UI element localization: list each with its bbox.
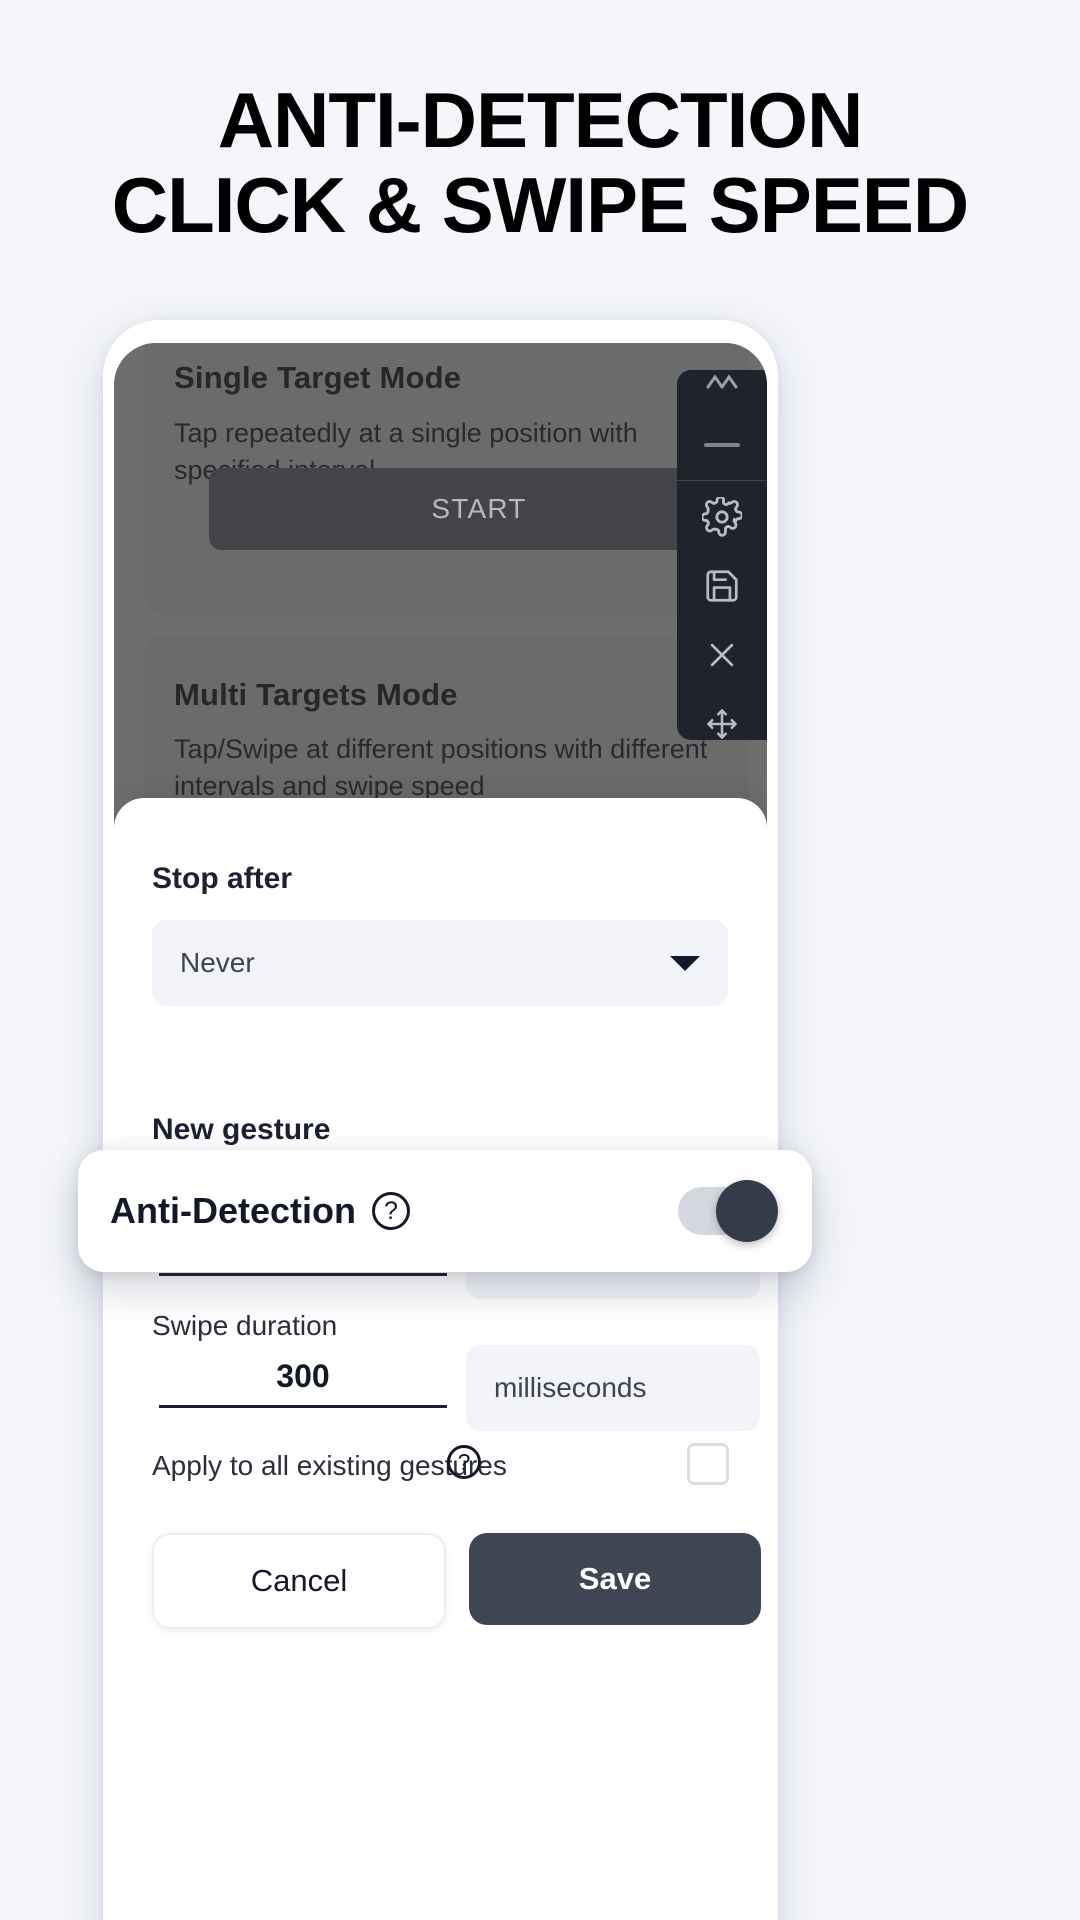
start-button[interactable]: START	[209, 468, 749, 550]
move-icon[interactable]	[677, 689, 767, 740]
swipe-duration-input[interactable]: 300	[159, 1358, 447, 1408]
floating-toolbar[interactable]	[677, 370, 767, 740]
save-button[interactable]: Save	[469, 1533, 761, 1625]
headline-line-2: CLICK & SWIPE SPEED	[111, 161, 969, 250]
swipe-duration-unit-value: milliseconds	[494, 1372, 647, 1403]
toggle-thumb	[716, 1180, 778, 1242]
close-icon[interactable]	[677, 620, 767, 689]
apply-all-help-icon[interactable]: ?	[447, 1445, 481, 1479]
apply-all-checkbox[interactable]	[687, 1443, 729, 1485]
minimize-icon[interactable]	[677, 410, 767, 479]
anti-detection-help-icon[interactable]: ?	[372, 1192, 410, 1230]
anti-detection-label: Anti-Detection	[110, 1190, 356, 1231]
multi-targets-mode-description: Tap/Swipe at different positions with di…	[174, 734, 708, 802]
chevron-down-icon	[670, 955, 700, 971]
single-target-mode-card[interactable]: Single Target Mode Tap repeatedly at a s…	[144, 343, 749, 615]
swipe-duration-unit-select[interactable]: milliseconds	[466, 1345, 760, 1431]
single-target-mode-title: Single Target Mode	[174, 360, 462, 395]
chevrons-up-icon[interactable]	[677, 370, 767, 392]
gesture-settings-sheet: Stop after Never New gesture Interval be…	[114, 798, 767, 1920]
gear-icon[interactable]	[677, 482, 767, 551]
multi-targets-mode-title: Multi Targets Mode	[174, 677, 458, 712]
stop-after-select[interactable]: Never	[152, 920, 728, 1006]
anti-detection-toggle[interactable]	[678, 1180, 778, 1242]
page-title: ANTI-DETECTION CLICK & SWIPE SPEED	[0, 76, 1080, 250]
save-icon[interactable]	[677, 551, 767, 620]
toolbar-divider	[677, 480, 767, 481]
promo-screenshot: ANTI-DETECTION CLICK & SWIPE SPEED Singl…	[0, 0, 1080, 1920]
swipe-duration-label: Swipe duration	[152, 1310, 338, 1341]
phone-screen: Single Target Mode Tap repeatedly at a s…	[114, 343, 767, 1920]
anti-detection-card[interactable]: Anti-Detection ?	[78, 1150, 812, 1272]
headline-line-1: ANTI-DETECTION	[217, 76, 864, 164]
stop-after-value: Never	[180, 947, 255, 978]
cancel-button[interactable]: Cancel	[152, 1533, 446, 1629]
stop-after-label: Stop after	[152, 862, 293, 895]
phone-frame: Single Target Mode Tap repeatedly at a s…	[103, 320, 778, 1920]
new-gesture-title: New gesture	[152, 1113, 331, 1146]
